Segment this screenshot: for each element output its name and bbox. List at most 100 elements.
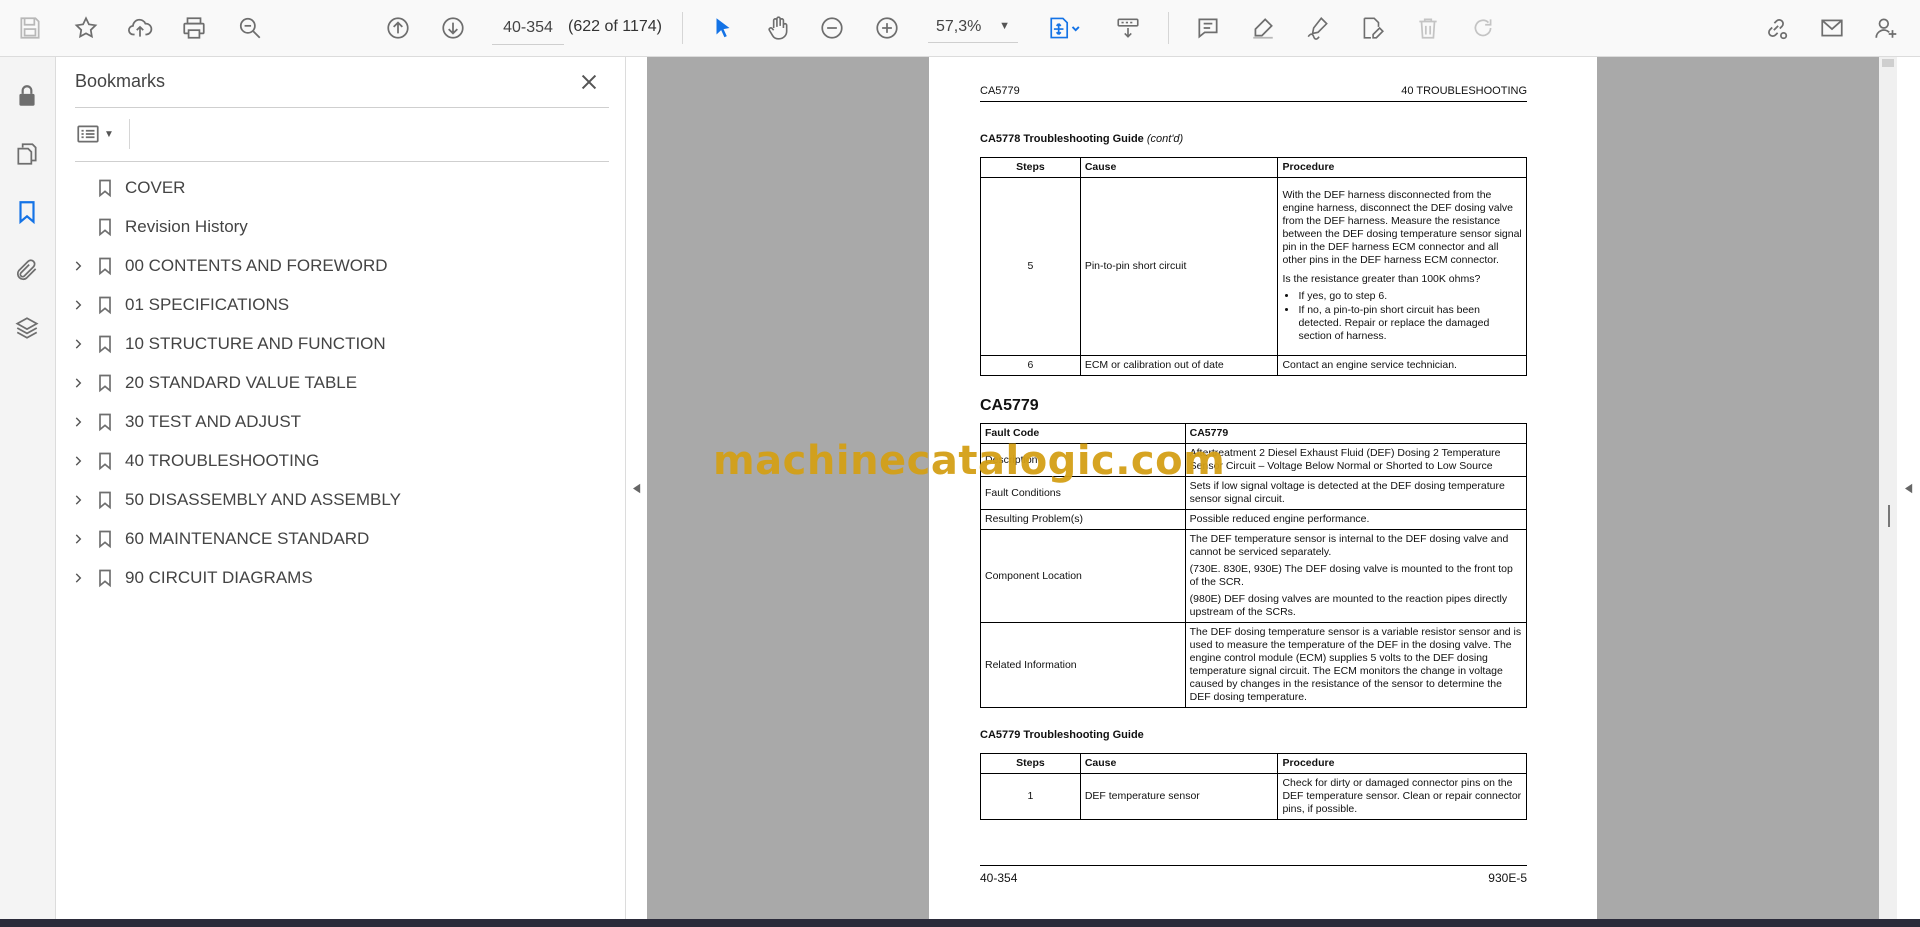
- bookmark-item-label: 10 STRUCTURE AND FUNCTION: [125, 334, 386, 353]
- page-footer-right: 930E-5: [1488, 871, 1527, 885]
- bookmark-item-structure-function[interactable]: 10 STRUCTURE AND FUNCTION: [56, 325, 625, 364]
- next-page-icon[interactable]: [435, 10, 471, 46]
- find-zoom-icon[interactable]: [232, 10, 268, 46]
- bookmark-item-disassembly-assembly[interactable]: 50 DISASSEMBLY AND ASSEMBLY: [56, 481, 625, 520]
- page-number-input[interactable]: [492, 12, 564, 45]
- layers-icon[interactable]: [10, 311, 44, 345]
- print-icon[interactable]: [176, 10, 212, 46]
- chevron-down-icon: ▼: [999, 20, 1010, 32]
- bookmark-icon: [94, 566, 116, 590]
- chevron-right-icon[interactable]: [70, 297, 86, 313]
- step-cell: 1: [980, 773, 1081, 820]
- rotate-icon[interactable]: [1465, 10, 1501, 46]
- bookmark-icon: [94, 371, 116, 395]
- bookmark-icon: [94, 176, 116, 200]
- procedure-text: With the DEF harness disconnected from t…: [1282, 189, 1522, 266]
- save-icon[interactable]: [12, 10, 48, 46]
- select-arrow-icon[interactable]: [705, 10, 741, 46]
- panel-divider: [75, 107, 609, 108]
- chevron-right-icon[interactable]: [70, 258, 86, 274]
- chevron-right-icon[interactable]: [70, 453, 86, 469]
- collapse-right-panel-button[interactable]: [1897, 57, 1920, 919]
- column-header: Procedure: [1277, 157, 1527, 178]
- draw-signature-icon[interactable]: [1300, 10, 1336, 46]
- bookmark-item-label: 40 TROUBLESHOOTING: [125, 451, 320, 470]
- page-header-right: 40 TROUBLESHOOTING: [1401, 85, 1527, 97]
- highlight-pen-icon[interactable]: [1245, 10, 1281, 46]
- chevron-right-icon[interactable]: [70, 375, 86, 391]
- chevron-right-icon[interactable]: [70, 531, 86, 547]
- vertical-scrollbar[interactable]: [1879, 57, 1897, 919]
- bookmarks-panel-title: Bookmarks: [75, 71, 166, 91]
- hand-tool-icon[interactable]: [760, 10, 796, 46]
- bookmarks-panel: Bookmarks ▼ COVER Revision History 00 CO…: [56, 57, 626, 919]
- page-footer-left: 40-354: [980, 871, 1018, 885]
- description-value: Aftertreatment 2 Diesel Exhaust Fluid (D…: [1184, 443, 1528, 477]
- taskbar-strip: [0, 919, 1920, 927]
- bookmark-icon[interactable]: [10, 195, 44, 229]
- page-canvas[interactable]: CA5779 40 TROUBLESHOOTING CA5778 Trouble…: [647, 57, 1879, 919]
- page-fit-tool-icon[interactable]: [1040, 10, 1088, 46]
- email-icon[interactable]: [1814, 10, 1850, 46]
- bookmark-icon: [94, 332, 116, 356]
- page-thumbnails-icon[interactable]: [10, 137, 44, 171]
- list-options-icon: [77, 125, 99, 143]
- bookmark-item-revision-history[interactable]: Revision History: [56, 208, 625, 247]
- troubleshooting-table-2: Steps Cause Procedure 1 DEF temperature …: [980, 753, 1527, 820]
- star-icon[interactable]: [68, 10, 104, 46]
- bookmark-item-cover[interactable]: COVER: [56, 169, 625, 208]
- table-header-row: Steps Cause Procedure: [980, 157, 1527, 178]
- zoom-in-icon[interactable]: [869, 10, 905, 46]
- chevron-right-icon[interactable]: [70, 414, 86, 430]
- bookmark-item-standard-value-table[interactable]: 20 STANDARD VALUE TABLE: [56, 364, 625, 403]
- scroll-mode-icon[interactable]: [1110, 10, 1146, 46]
- collapse-left-panel-button[interactable]: [626, 57, 647, 919]
- procedure-cell: With the DEF harness disconnected from t…: [1277, 177, 1527, 356]
- delete-icon[interactable]: [1410, 10, 1446, 46]
- share-link-icon[interactable]: [1758, 10, 1794, 46]
- add-user-icon[interactable]: [1868, 10, 1904, 46]
- zoom-out-icon[interactable]: [814, 10, 850, 46]
- column-header: Cause: [1079, 753, 1279, 774]
- bookmark-item-troubleshooting[interactable]: 40 TROUBLESHOOTING: [56, 442, 625, 481]
- toolbar-divider: [682, 12, 683, 44]
- upload-cloud-icon[interactable]: [122, 10, 158, 46]
- procedure-bullets: If yes, go to step 6. If no, a pin-to-pi…: [1282, 290, 1522, 343]
- table-row: 6 ECM or calibration out of date Contact…: [980, 355, 1527, 376]
- resize-handle[interactable]: [1888, 505, 1890, 527]
- previous-page-icon[interactable]: [380, 10, 416, 46]
- bookmark-item-test-adjust[interactable]: 30 TEST AND ADJUST: [56, 403, 625, 442]
- chevron-right-icon[interactable]: [70, 492, 86, 508]
- procedure-cell: Contact an engine service technician.: [1277, 355, 1527, 376]
- edit-pdf-icon[interactable]: [1354, 10, 1390, 46]
- scrollbar-thumb[interactable]: [1882, 59, 1894, 67]
- toolbar-divider: [1168, 12, 1169, 44]
- cause-cell: Pin-to-pin short circuit: [1079, 177, 1279, 356]
- bookmark-list: COVER Revision History 00 CONTENTS AND F…: [56, 169, 625, 598]
- triangle-left-icon: [632, 483, 640, 493]
- column-header: Procedure: [1277, 753, 1527, 774]
- chevron-down-icon: ▼: [104, 128, 114, 140]
- comment-icon[interactable]: [1190, 10, 1226, 46]
- bookmark-item-label: 90 CIRCUIT DIAGRAMS: [125, 568, 313, 587]
- location-value: The DEF temperature sensor is internal t…: [1184, 529, 1528, 623]
- bookmark-item-specifications[interactable]: 01 SPECIFICATIONS: [56, 286, 625, 325]
- bookmark-item-maintenance-standard[interactable]: 60 MAINTENANCE STANDARD: [56, 520, 625, 559]
- lock-icon[interactable]: [10, 79, 44, 113]
- attachment-paperclip-icon[interactable]: [10, 253, 44, 287]
- step-cell: 5: [980, 177, 1081, 356]
- problems-label: Resulting Problem(s): [980, 509, 1186, 530]
- close-icon[interactable]: [576, 69, 602, 95]
- location-label: Component Location: [980, 529, 1186, 623]
- bookmark-item-label: 00 CONTENTS AND FOREWORD: [125, 256, 388, 275]
- zoom-level-dropdown[interactable]: 57,3% ▼: [928, 12, 1018, 43]
- chevron-right-icon[interactable]: [70, 336, 86, 352]
- troubleshooting-guide-caption: CA5778 Troubleshooting Guide (cont'd): [980, 133, 1183, 145]
- chevron-right-icon[interactable]: [70, 570, 86, 586]
- footer-rule: [980, 865, 1527, 866]
- bookmark-item-contents-foreword[interactable]: 00 CONTENTS AND FOREWORD: [56, 247, 625, 286]
- panel-divider: [129, 119, 130, 149]
- bookmark-options-dropdown[interactable]: ▼: [75, 119, 123, 149]
- bookmark-item-circuit-diagrams[interactable]: 90 CIRCUIT DIAGRAMS: [56, 559, 625, 598]
- bookmark-item-label: COVER: [125, 178, 186, 197]
